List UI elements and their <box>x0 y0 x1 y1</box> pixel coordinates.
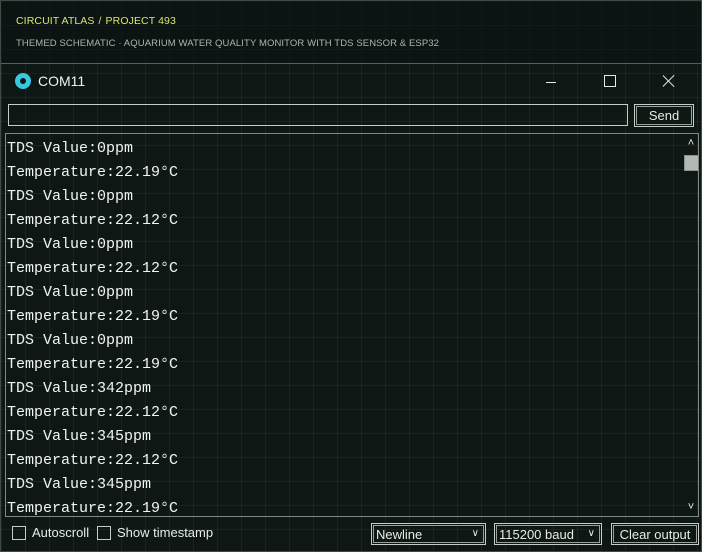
minimize-icon <box>546 81 556 83</box>
output-line: TDS Value:0ppm <box>7 284 134 301</box>
page-subtitle: THEMED SCHEMATIC · AQUARIUM WATER QUALIT… <box>16 38 440 49</box>
chevron-down-icon: ∨ <box>471 528 479 539</box>
line-ending-select[interactable]: Newline ∨ <box>371 523 486 545</box>
clear-output-button[interactable]: Clear output <box>611 523 699 545</box>
output-line: Temperature:22.12°C <box>7 212 179 229</box>
output-line: Temperature:22.12°C <box>7 452 179 469</box>
output-line: TDS Value:0ppm <box>7 140 134 157</box>
page: CIRCUIT ATLAS / PROJECT 493 THEMED SCHEMAT… <box>0 0 702 552</box>
output-line: TDS Value:345ppm <box>7 476 152 493</box>
output-line: TDS Value:0ppm <box>7 332 134 349</box>
send-input[interactable] <box>8 104 628 126</box>
close-icon <box>662 74 676 88</box>
output-line: TDS Value:0ppm <box>7 236 134 253</box>
maximize-button[interactable] <box>587 67 633 95</box>
breadcrumb: CIRCUIT ATLAS / PROJECT 493 <box>16 15 176 27</box>
page-header: CIRCUIT ATLAS / PROJECT 493 THEMED SCHEMAT… <box>1 1 701 64</box>
autoscroll-label: Autoscroll <box>32 525 90 540</box>
scroll-up-icon[interactable]: ˄ <box>683 135 698 151</box>
output-line: Temperature:22.12°C <box>7 404 179 421</box>
send-button[interactable]: Send <box>634 104 694 127</box>
timestamp-label: Show timestamp <box>117 525 214 540</box>
footer-bar: Autoscroll Show timestamp Newline ∨ 1152… <box>1 519 701 551</box>
output-line: Temperature:22.19°C <box>7 164 179 181</box>
timestamp-toggle[interactable]: Show timestamp <box>97 525 213 540</box>
output-line: TDS Value:345ppm <box>7 428 152 445</box>
vertical-scrollbar[interactable]: ˄ ˅ <box>683 134 698 516</box>
window-title: COM11 <box>38 73 86 89</box>
serial-monitor-icon <box>15 73 31 89</box>
scroll-down-icon[interactable]: ˅ <box>683 499 698 515</box>
baud-rate-select[interactable]: 115200 baud ∨ <box>494 523 602 545</box>
output-line: Temperature:22.19°C <box>7 356 179 373</box>
line-ending-value: Newline <box>376 526 423 542</box>
minimize-button[interactable] <box>528 67 574 95</box>
chevron-down-icon: ∨ <box>587 528 595 539</box>
output-lines: TDS Value:0ppm Temperature:22.19°C TDS Val… <box>7 137 179 517</box>
scroll-thumb[interactable] <box>684 155 698 171</box>
maximize-icon <box>604 75 616 87</box>
output-line: Temperature:22.19°C <box>7 308 179 325</box>
baud-rate-value: 115200 baud <box>499 526 574 542</box>
breadcrumb-project[interactable]: PROJECT 493 <box>106 15 176 27</box>
autoscroll-toggle[interactable]: Autoscroll <box>12 525 89 540</box>
output-line: Temperature:22.19°C <box>7 500 179 517</box>
output-line: TDS Value:0ppm <box>7 188 134 205</box>
breadcrumb-site[interactable]: CIRCUIT ATLAS <box>16 15 95 27</box>
autoscroll-checkbox[interactable] <box>12 525 26 540</box>
close-button[interactable] <box>646 67 692 95</box>
output-line: TDS Value:342ppm <box>7 380 152 397</box>
output-line: Temperature:22.12°C <box>7 260 179 277</box>
timestamp-checkbox[interactable] <box>97 525 111 540</box>
breadcrumb-separator: / <box>98 15 102 27</box>
serial-output[interactable]: TDS Value:0ppm Temperature:22.19°C TDS Val… <box>5 133 699 517</box>
window-titlebar[interactable]: COM11 <box>1 65 701 99</box>
